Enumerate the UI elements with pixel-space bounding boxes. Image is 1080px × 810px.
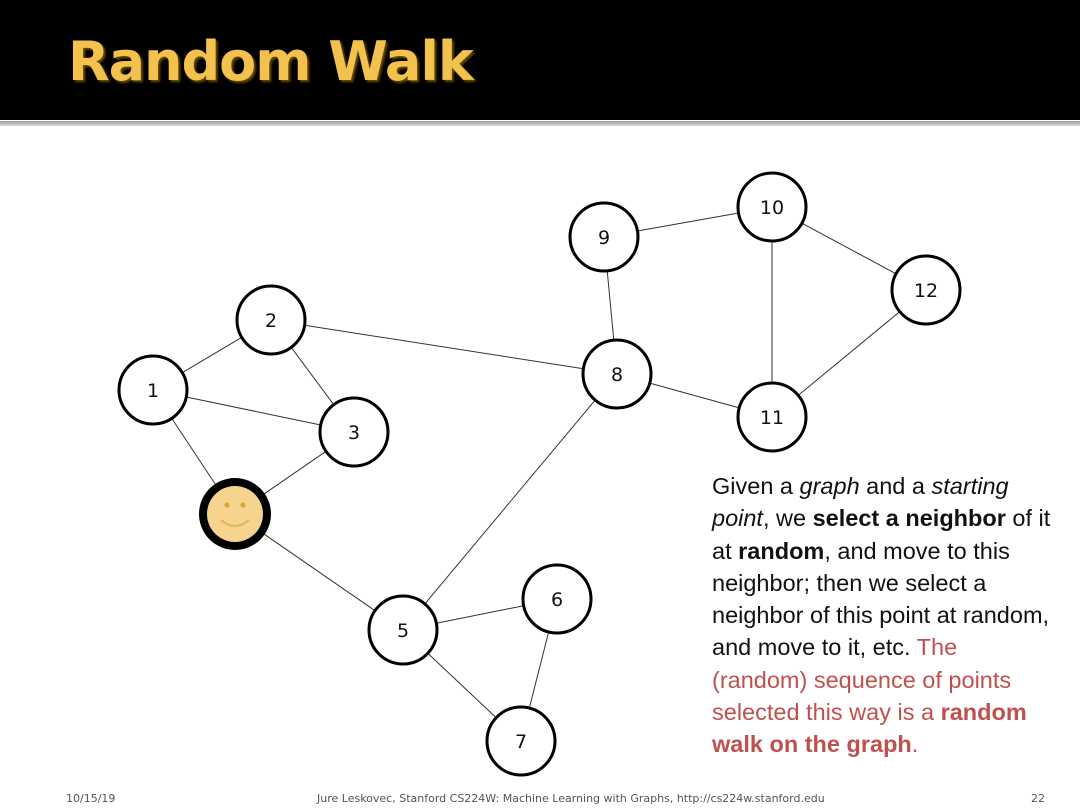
node-label: 1 — [147, 380, 159, 402]
edge-1-3 — [186, 396, 321, 426]
smiley-eye — [240, 502, 246, 508]
smiley-eye — [224, 502, 230, 508]
node-1: 1 — [117, 354, 189, 426]
edge-8-11 — [649, 382, 740, 409]
node-label: 10 — [760, 197, 784, 219]
node-12: 12 — [890, 254, 962, 326]
node-10: 10 — [736, 171, 808, 243]
edge-1-2 — [181, 336, 243, 374]
footer-page-number: 22 — [1031, 792, 1045, 805]
edge-9-10 — [637, 212, 739, 232]
footer-date: 10/15/19 — [66, 792, 116, 805]
node-3: 3 — [318, 396, 390, 468]
explanation-text: Given a graph and a starting point, we s… — [712, 470, 1052, 761]
node-9: 9 — [568, 201, 640, 273]
edge-2-3 — [290, 347, 335, 405]
node-label: 3 — [348, 422, 360, 444]
explanation-text-part: and a — [859, 473, 932, 499]
edge-6-7 — [528, 631, 550, 709]
node-label: 5 — [397, 620, 409, 642]
edge-8-9 — [606, 270, 615, 341]
node-6: 6 — [521, 563, 593, 635]
node-label: 2 — [265, 310, 277, 332]
edge-10-12 — [801, 222, 897, 275]
node-label: 12 — [914, 280, 938, 302]
node-label: 11 — [760, 407, 784, 429]
edge-2-8 — [304, 324, 584, 370]
explanation-emphasis-graph: graph — [799, 473, 860, 499]
smiley-face-icon — [207, 486, 263, 542]
explanation-text-part: , we — [762, 505, 813, 532]
node-label: 9 — [598, 227, 610, 249]
node-2: 2 — [235, 284, 307, 356]
edge-1-4 — [171, 418, 217, 486]
edge-11-12 — [797, 311, 901, 396]
edge-4-5 — [262, 532, 376, 612]
node-8: 8 — [581, 338, 653, 410]
explanation-text-part: Given a — [712, 473, 800, 499]
node-label: 7 — [515, 731, 527, 753]
footer-credit: Jure Leskovec, Stanford CS224W: Machine … — [317, 792, 825, 805]
edge-5-7 — [427, 652, 497, 719]
node-label: 6 — [551, 589, 563, 611]
highlight-text-part: . — [911, 731, 919, 758]
random-walker-node — [199, 478, 271, 550]
node-label: 8 — [611, 364, 623, 386]
node-7: 7 — [485, 705, 557, 777]
edge-5-6 — [436, 605, 524, 624]
explanation-bold-select-neighbor: select a neighbor — [812, 505, 1006, 532]
explanation-bold-random: random — [738, 537, 825, 564]
node-11: 11 — [736, 381, 808, 453]
edge-3-4 — [262, 450, 327, 496]
node-5: 5 — [367, 594, 439, 666]
